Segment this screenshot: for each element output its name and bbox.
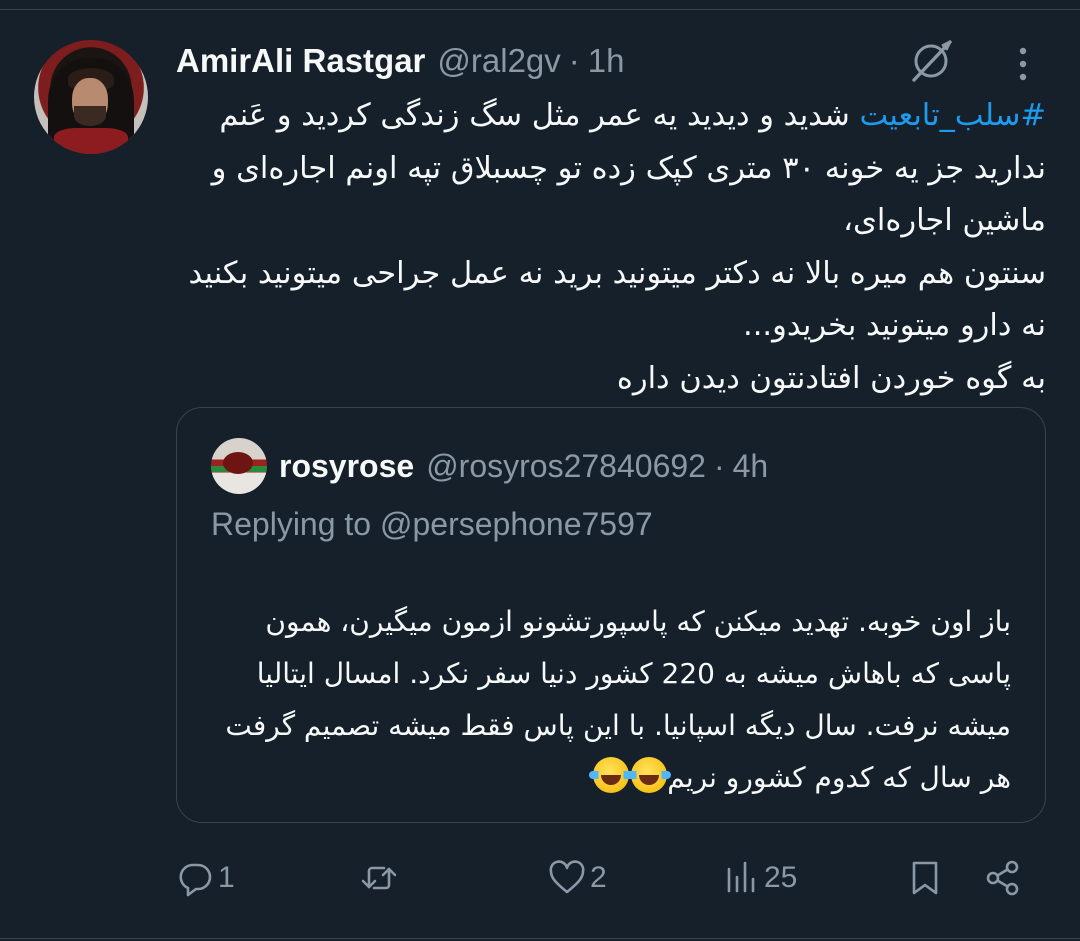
share-button[interactable] — [984, 848, 1022, 908]
grok-icon[interactable] — [906, 36, 956, 86]
quoted-timestamp[interactable]: 4h — [733, 448, 769, 485]
reply-count: 1 — [218, 861, 235, 894]
retweet-icon — [361, 866, 397, 890]
tweet-text-line-3: به گوه خوردن افتادنتون دیدن داره — [616, 360, 1046, 396]
like-button[interactable]: 2 — [548, 848, 607, 908]
reply-icon — [179, 863, 212, 897]
like-icon — [549, 860, 585, 894]
tweet-header: AmirAli Rastgar @ral2gv · 1h — [176, 40, 625, 82]
retweet-button[interactable] — [360, 848, 398, 908]
quoted-tweet-text: باز اون خوبه. تهدید میکنن که پاسپورتشونو… — [211, 596, 1011, 804]
tweet-timestamp[interactable]: 1h — [588, 42, 625, 80]
more-icon[interactable] — [1008, 44, 1038, 84]
tweet-text-line-1: #سلب_تابعیت شدید و دیدید یه عمر مثل سگ ز… — [176, 90, 1046, 248]
replying-mention[interactable]: @persephone7597 — [380, 506, 653, 542]
author-display-name[interactable]: AmirAli Rastgar — [176, 42, 425, 80]
quoted-tweet[interactable]: rosyrose @rosyros27840692 · 4h Replying … — [176, 407, 1046, 823]
tweet-text: #سلب_تابعیت شدید و دیدید یه عمر مثل سگ ز… — [176, 90, 1046, 405]
replying-prefix: Replying to — [211, 506, 380, 542]
action-bar: 1 2 25 — [0, 848, 1080, 908]
author-avatar[interactable] — [34, 40, 148, 154]
views-icon — [727, 861, 755, 893]
bottom-divider — [0, 938, 1080, 939]
bookmark-icon — [912, 861, 938, 895]
hashtag-link[interactable]: #سلب_تابعیت — [859, 98, 1046, 133]
separator-dot: · — [713, 447, 725, 484]
separator-dot: · — [568, 42, 580, 79]
share-icon — [986, 860, 1019, 896]
replying-to-line: Replying to @persephone7597 — [211, 506, 653, 543]
quoted-author-handle[interactable]: @rosyros27840692 — [426, 448, 706, 485]
views-button[interactable]: 25 — [722, 848, 797, 908]
laughing-emoji-icon — [627, 757, 672, 793]
author-handle[interactable]: @ral2gv — [437, 42, 560, 80]
like-count: 2 — [590, 861, 607, 894]
views-count: 25 — [764, 861, 798, 894]
laughing-emoji-icon — [589, 757, 634, 793]
reply-button[interactable]: 1 — [176, 848, 235, 908]
bookmark-button[interactable] — [906, 848, 944, 908]
quoted-tweet-header: rosyrose @rosyros27840692 · 4h — [279, 442, 768, 490]
quoted-author-avatar[interactable] — [211, 438, 267, 494]
tweet-text-line-2: سنتون هم میره بالا نه دکتر میتونید برید … — [188, 255, 1046, 344]
quoted-author-display-name[interactable]: rosyrose — [279, 448, 414, 485]
top-divider — [0, 0, 1080, 10]
